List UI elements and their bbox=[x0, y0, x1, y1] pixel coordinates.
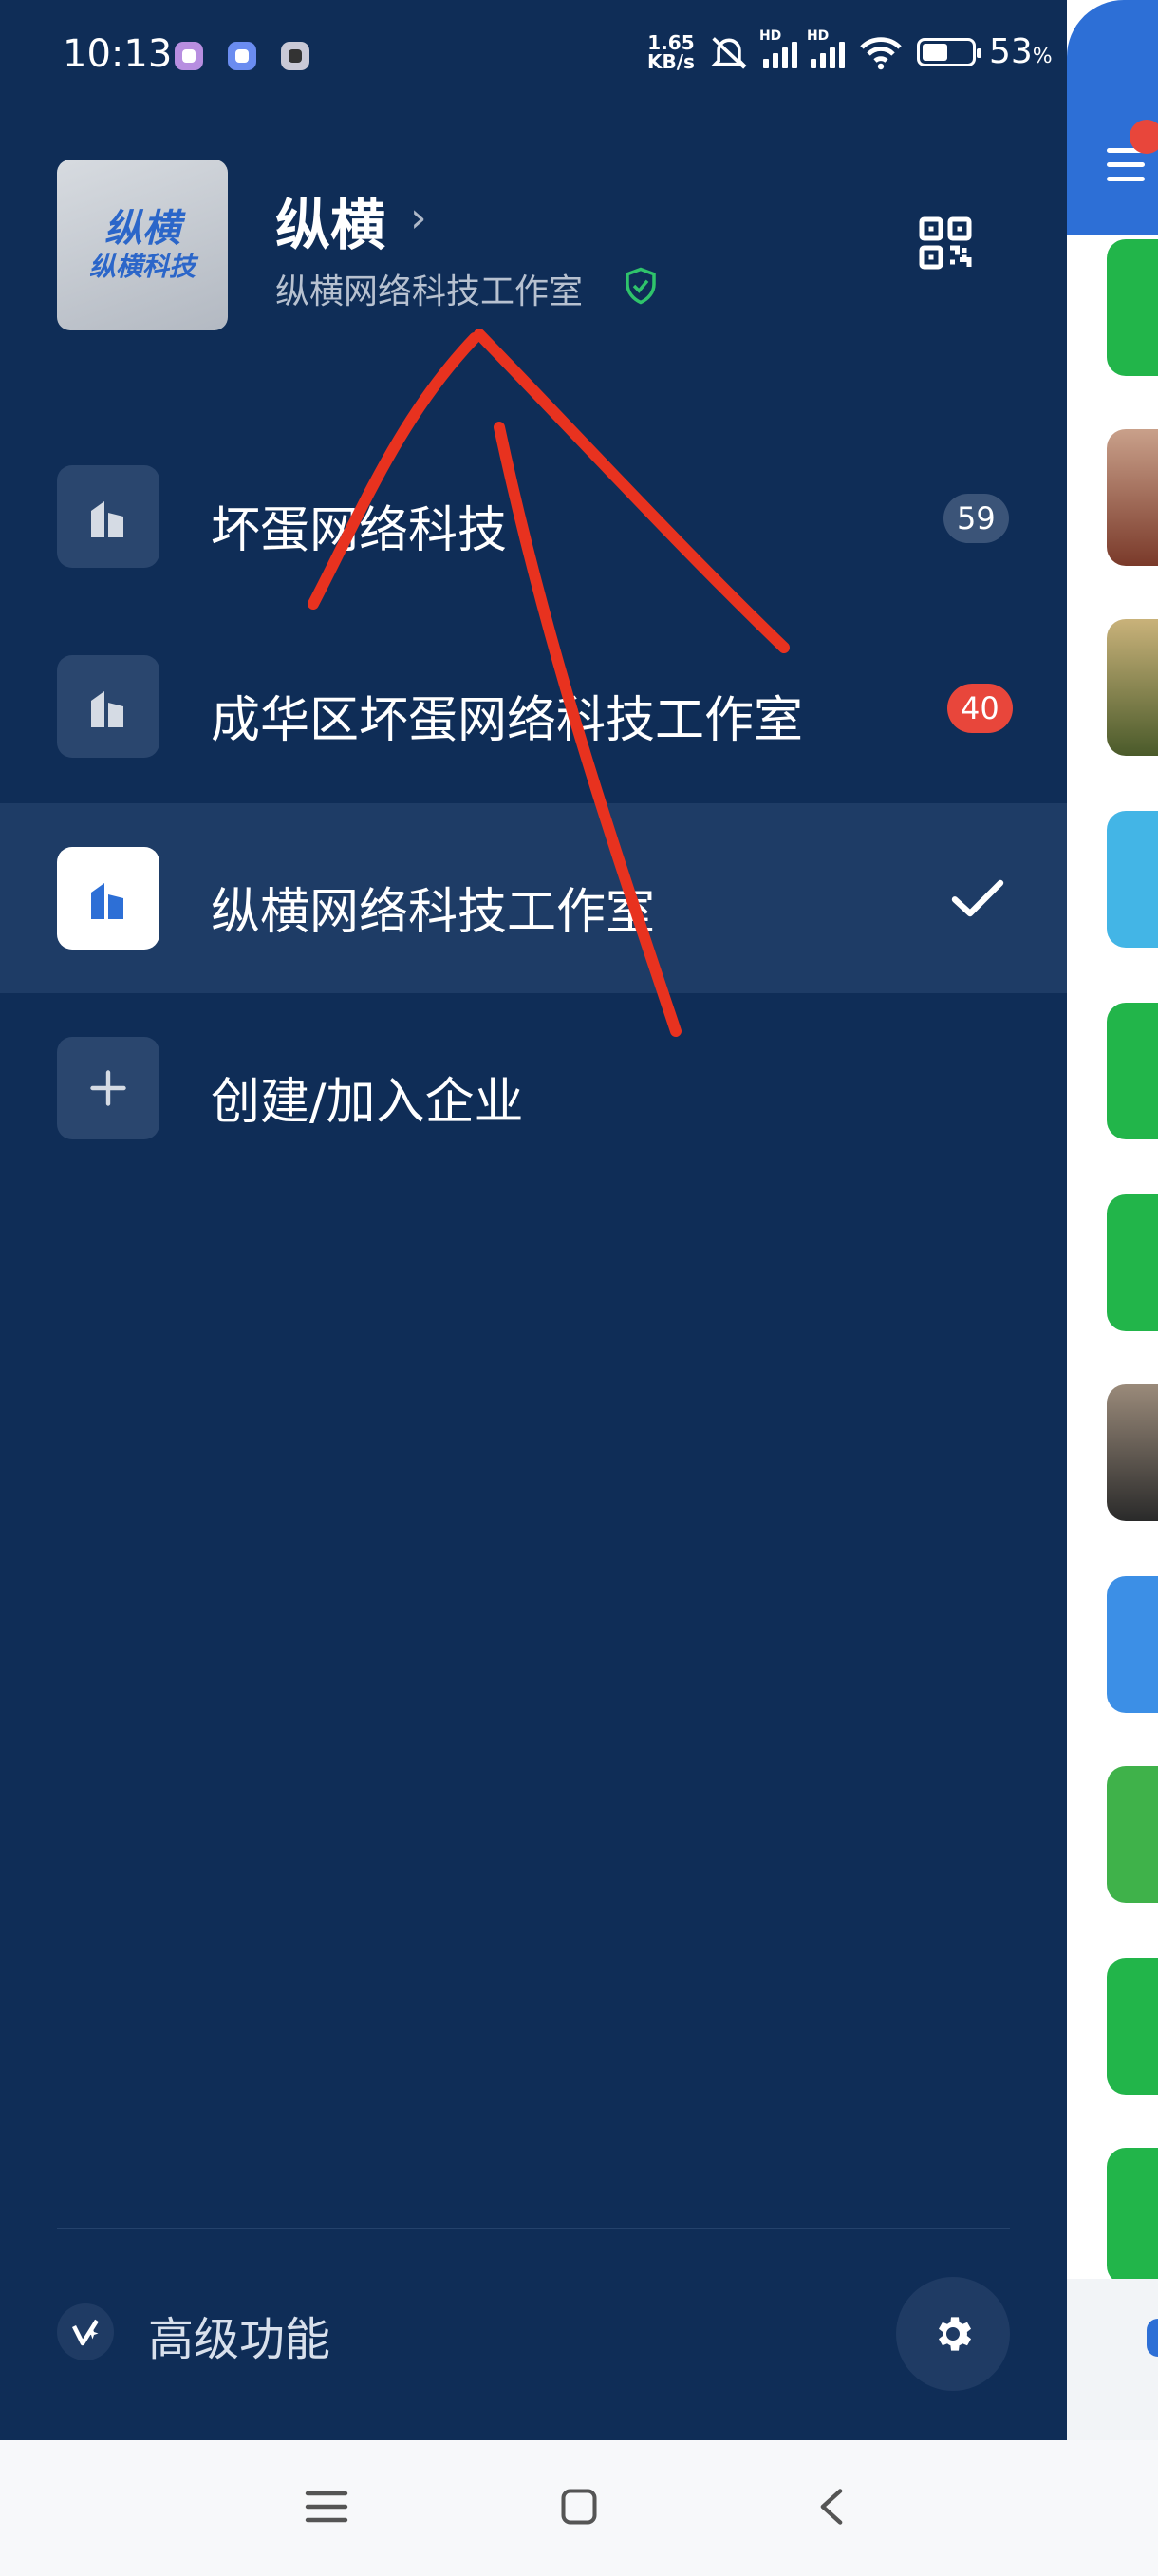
app-notification-icon bbox=[228, 42, 256, 70]
app-notification-icon bbox=[175, 42, 203, 70]
org-label: 纵横网络科技工作室 bbox=[211, 884, 656, 941]
chevron-right-icon[interactable]: › bbox=[410, 194, 427, 242]
background-bottom-bar bbox=[1067, 2279, 1158, 2440]
gear-icon bbox=[939, 2317, 971, 2351]
org-label: 创建/加入企业 bbox=[211, 1074, 524, 1131]
battery-percent: 53% bbox=[988, 32, 1053, 71]
organization-drawer: 纵横 纵横科技 纵横 › 纵横网络科技工作室 坏蛋网络科技 59 成华区坏蛋网络… bbox=[0, 0, 1067, 2440]
avatar-logo-top: 纵横 bbox=[104, 207, 180, 251]
unread-badge: 59 bbox=[943, 494, 1009, 543]
background-menu-icon[interactable] bbox=[1107, 148, 1145, 191]
settings-button[interactable] bbox=[896, 2277, 1010, 2391]
signal-icon: HD bbox=[807, 28, 845, 68]
building-icon bbox=[57, 847, 159, 950]
divider bbox=[57, 2228, 1010, 2229]
signal-icon: HD bbox=[759, 28, 797, 68]
shield-check-icon bbox=[626, 267, 656, 305]
background-tile[interactable] bbox=[1107, 239, 1158, 376]
background-tile[interactable] bbox=[1107, 1576, 1158, 1713]
create-join-org-item[interactable]: 创建/加入企业 bbox=[0, 993, 1067, 1183]
sparkle-icon[interactable] bbox=[57, 2303, 114, 2360]
wifi-icon bbox=[860, 36, 902, 69]
battery-icon bbox=[916, 37, 981, 66]
org-label: 坏蛋网络科技 bbox=[211, 502, 508, 559]
org-item-chenghua[interactable]: 成华区坏蛋网络科技工作室 40 bbox=[0, 611, 1067, 801]
network-speed: 1.65 KB/s bbox=[647, 30, 695, 73]
org-item-zongheng[interactable]: 纵横网络科技工作室 bbox=[0, 803, 1067, 993]
avatar-logo-bottom: 纵横科技 bbox=[88, 251, 196, 282]
background-tile[interactable] bbox=[1107, 619, 1158, 756]
background-tile[interactable] bbox=[1107, 2148, 1158, 2285]
org-item-huaidan[interactable]: 坏蛋网络科技 59 bbox=[0, 422, 1067, 611]
background-tile[interactable] bbox=[1107, 1194, 1158, 1331]
background-notification-dot bbox=[1130, 120, 1158, 154]
back-icon[interactable] bbox=[794, 2469, 869, 2545]
app-notification-icon bbox=[281, 42, 309, 70]
background-tile[interactable] bbox=[1107, 1958, 1158, 2095]
status-bar: 10:13 1.65 KB/s HD HD 53% bbox=[0, 0, 1158, 114]
status-indicators: 1.65 KB/s HD HD 53% bbox=[647, 28, 1053, 73]
background-tile[interactable] bbox=[1107, 429, 1158, 566]
bell-muted-icon bbox=[711, 36, 747, 69]
building-icon bbox=[57, 465, 159, 568]
profile-organization: 纵横网络科技工作室 bbox=[275, 273, 584, 311]
background-tile[interactable] bbox=[1107, 1003, 1158, 1139]
background-tile[interactable] bbox=[1107, 811, 1158, 948]
background-tile[interactable] bbox=[1107, 1766, 1158, 1903]
org-label: 成华区坏蛋网络科技工作室 bbox=[211, 692, 804, 749]
check-icon bbox=[951, 879, 1004, 917]
plus-icon bbox=[57, 1037, 159, 1139]
advanced-features-label[interactable]: 高级功能 bbox=[148, 2302, 330, 2368]
unread-badge: 40 bbox=[947, 684, 1013, 733]
avatar[interactable]: 纵横 纵横科技 bbox=[57, 160, 228, 330]
status-time: 10:13 bbox=[63, 32, 173, 76]
background-tile[interactable] bbox=[1107, 1384, 1158, 1521]
background-tab-icon[interactable] bbox=[1147, 2319, 1158, 2357]
system-nav-bar bbox=[0, 2440, 1158, 2576]
qr-code-icon[interactable] bbox=[917, 215, 974, 272]
menu-icon[interactable] bbox=[289, 2469, 364, 2545]
profile-name[interactable]: 纵横 bbox=[275, 180, 385, 260]
home-square-icon[interactable] bbox=[541, 2469, 617, 2545]
building-icon bbox=[57, 655, 159, 758]
